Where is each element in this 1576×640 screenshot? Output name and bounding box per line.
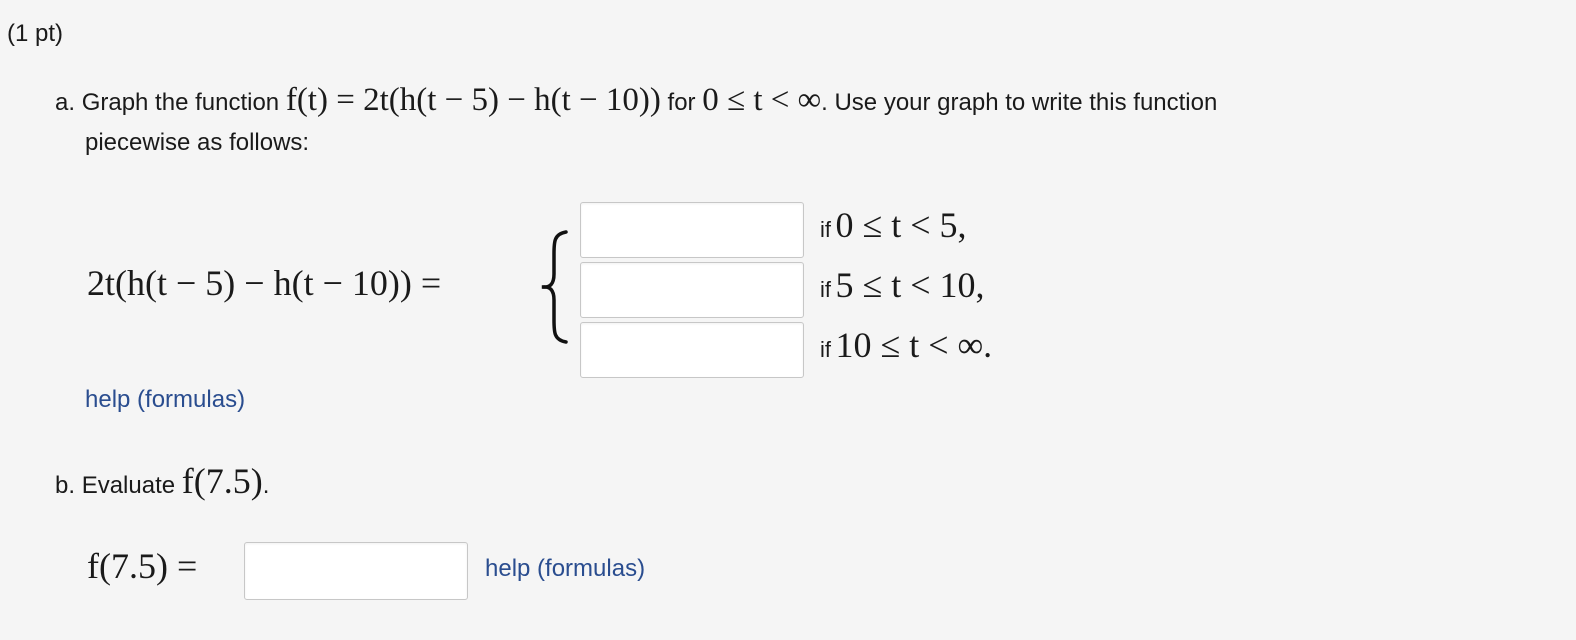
piece-1-answer-box[interactable] — [580, 202, 804, 258]
part-b-period: . — [262, 472, 270, 499]
part-a-text-line2: piecewise as follows: — [85, 129, 310, 156]
piece-3-input[interactable] — [581, 323, 803, 377]
piece-3-condition: if 10 ≤ t < ∞. — [820, 324, 992, 366]
domain-expression: 0 ≤ t < ∞ — [702, 82, 822, 118]
left-brace-icon — [541, 230, 568, 344]
f-value-input[interactable] — [245, 543, 467, 599]
part-b-text: Evaluate — [81, 472, 176, 499]
condition-expression: 5 ≤ t < 10, — [835, 265, 985, 305]
if-label: if — [820, 217, 831, 242]
answer-label: f(7.5) = — [87, 546, 198, 586]
piece-2-input[interactable] — [581, 263, 803, 317]
part-a-statement: a. Graph the function f(t) = 2t(h(t − 5)… — [55, 80, 1545, 163]
piece-1-condition: if 0 ≤ t < 5, — [820, 204, 967, 246]
part-a-label: a. — [55, 89, 76, 116]
condition-expression: 10 ≤ t < ∞. — [835, 325, 993, 365]
evaluate-expression: f(7.5) — [181, 461, 263, 501]
piecewise-lhs: 2t(h(t − 5) − h(t − 10)) = — [87, 263, 442, 303]
piece-3-answer-box[interactable] — [580, 322, 804, 378]
part-a-text-after: . Use your graph to write this function — [821, 89, 1218, 116]
help-formulas-link-a[interactable]: help (formulas) — [85, 386, 245, 414]
part-a-text-before: Graph the function — [81, 89, 280, 116]
points-label: (1 pt) — [7, 20, 64, 47]
piece-1-input[interactable] — [581, 203, 803, 257]
if-label: if — [820, 337, 831, 362]
function-definition: f(t) = 2t(h(t − 5) − h(t − 10)) — [285, 82, 661, 118]
help-formulas-link-b[interactable]: help (formulas) — [485, 555, 645, 583]
part-b-label: b. — [55, 472, 76, 499]
piece-2-condition: if 5 ≤ t < 10, — [820, 264, 985, 306]
piece-2-answer-box[interactable] — [580, 262, 804, 318]
text-for: for — [667, 89, 696, 116]
f-value-answer-box[interactable] — [244, 542, 468, 600]
if-label: if — [820, 277, 831, 302]
condition-expression: 0 ≤ t < 5, — [835, 205, 967, 245]
part-b-statement: b. Evaluate f(7.5). — [55, 460, 269, 502]
